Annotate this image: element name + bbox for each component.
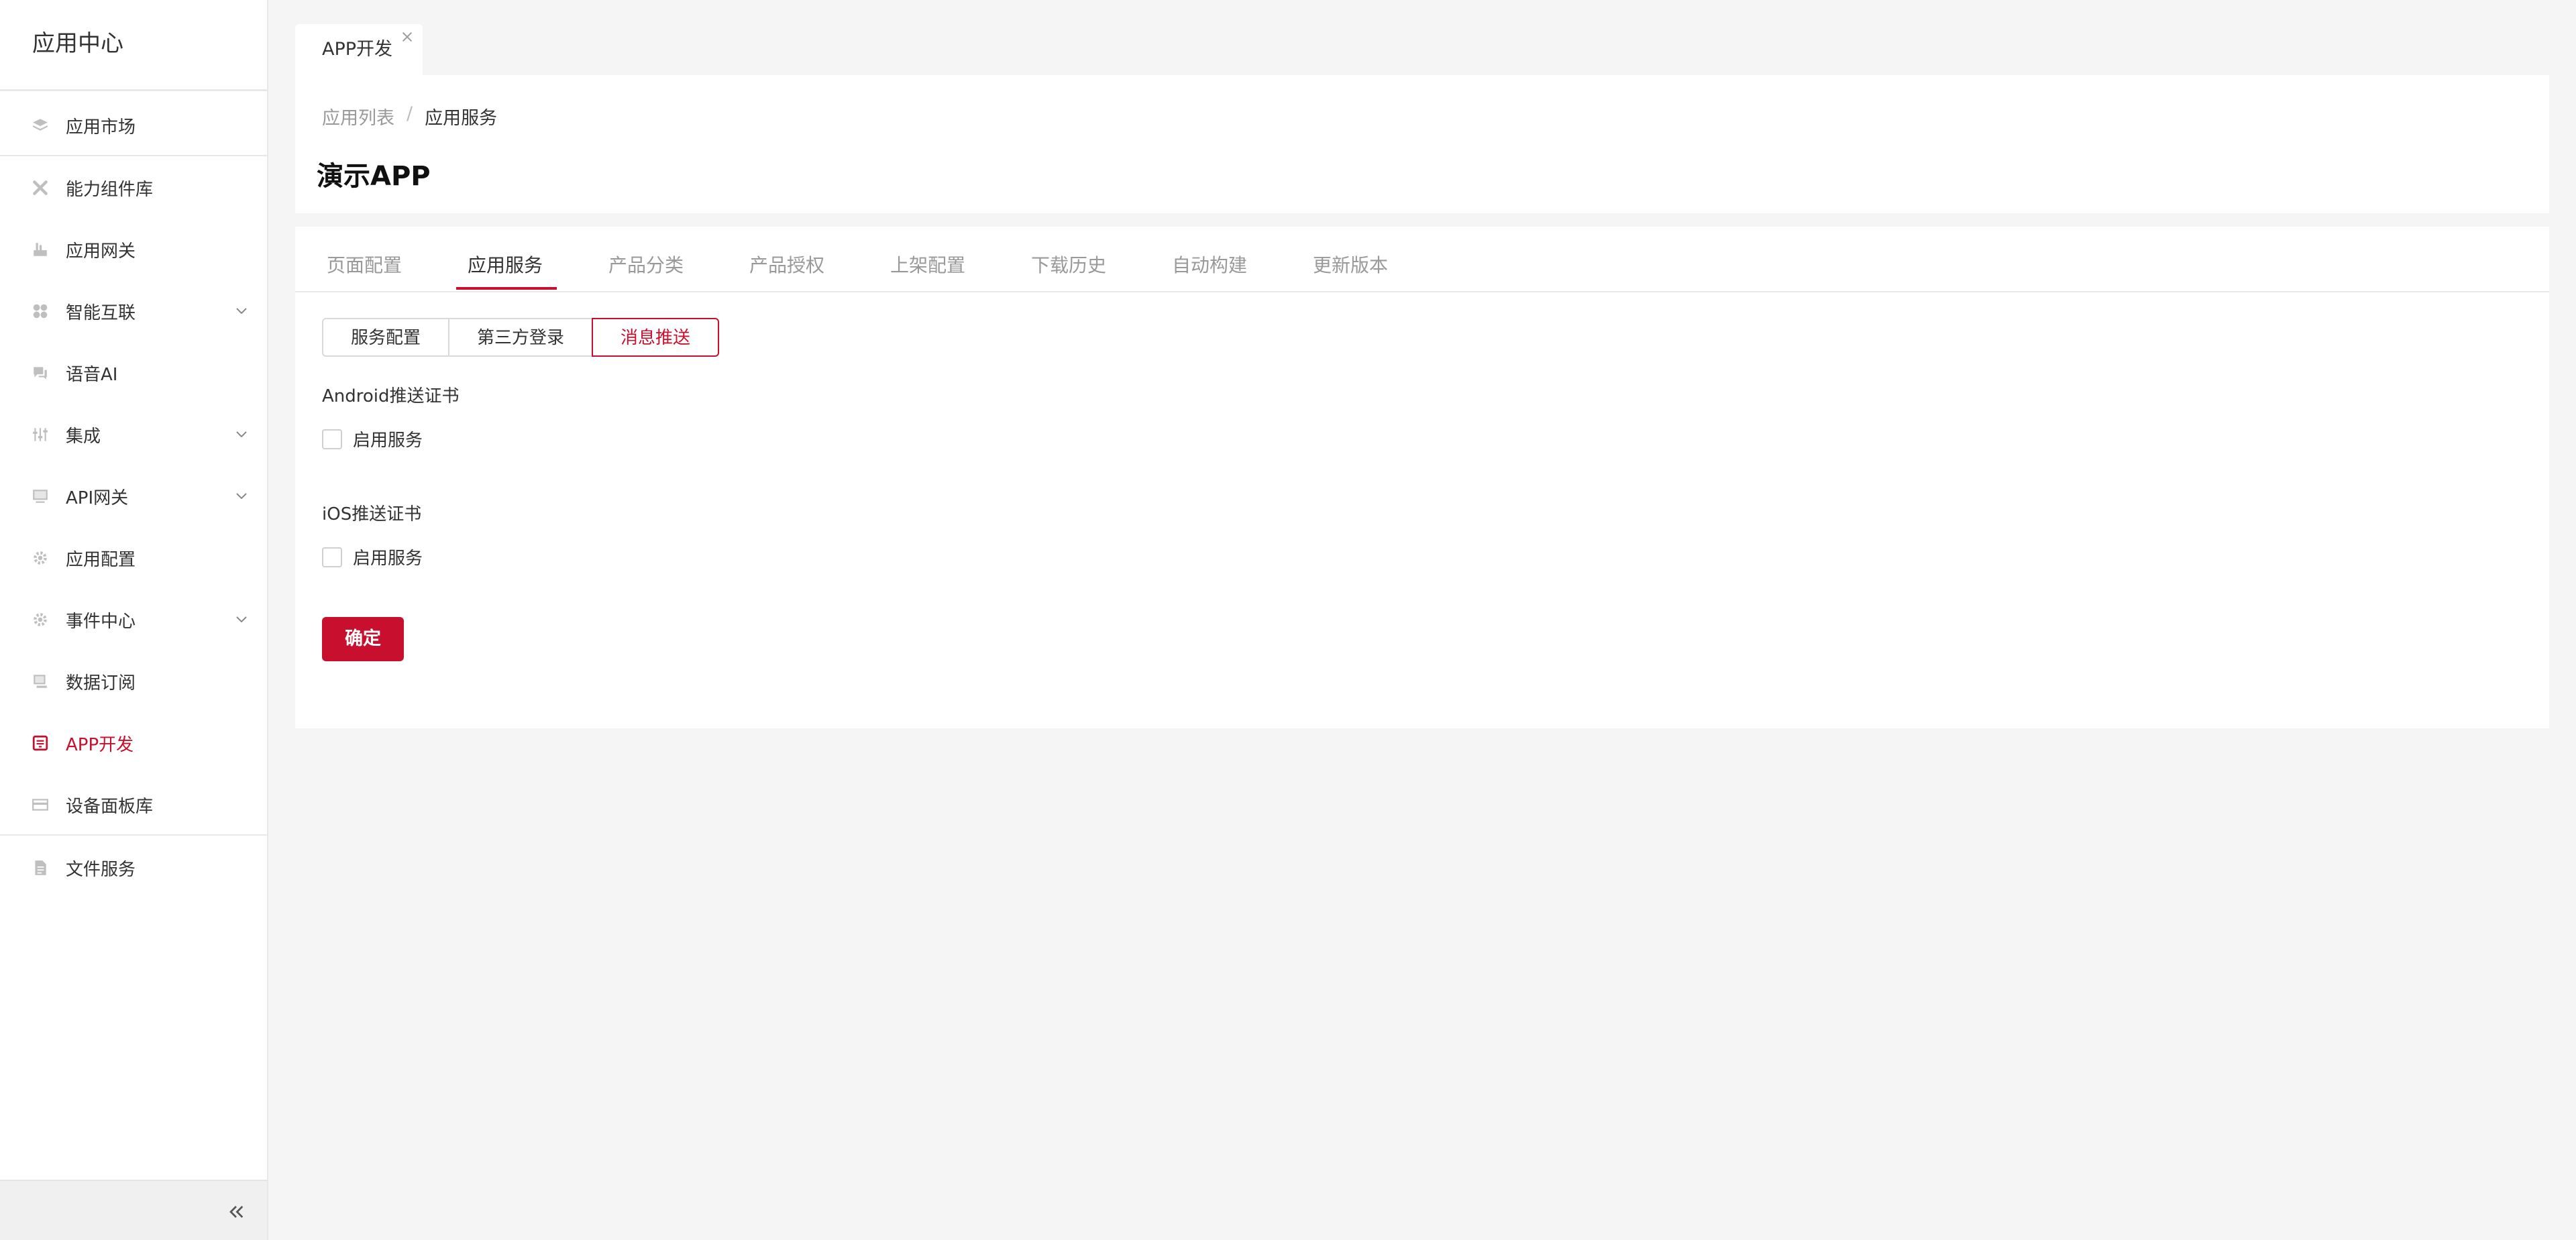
segment-message-push[interactable]: 消息推送 — [592, 318, 719, 357]
tab-auto-build[interactable]: 自动构建 — [1172, 251, 1247, 278]
breadcrumb-separator: / — [407, 103, 413, 124]
sidebar-item-label: 集成 — [66, 426, 101, 447]
file-icon — [31, 858, 50, 877]
sidebar-footer — [0, 1180, 267, 1240]
monitor-icon — [31, 487, 50, 506]
segment-third-party-login[interactable]: 第三方登录 — [448, 318, 593, 357]
chevron-down-icon — [236, 616, 247, 623]
sliders-icon — [31, 425, 50, 444]
chat-icon — [31, 363, 50, 382]
app-root: 应用中心 应用市场 能力组件库 应用网关 智能互联 语音AI 集成 API网关 … — [0, 0, 2576, 1240]
tab-update-version[interactable]: 更新版本 — [1313, 251, 1388, 278]
breadcrumb-current: 应用服务 — [425, 108, 498, 129]
sidebar-item-app-market[interactable]: 应用市场 — [0, 95, 267, 156]
gear-icon — [31, 549, 50, 567]
page-tab-label: APP开发 — [322, 39, 393, 60]
sidebar-item-app-development[interactable]: APP开发 — [0, 713, 267, 773]
checkbox-box[interactable] — [322, 547, 342, 567]
tab-product-authorization[interactable]: 产品授权 — [749, 251, 824, 278]
segment-service-config[interactable]: 服务配置 — [322, 318, 449, 357]
breadcrumb: 应用列表 / 应用服务 — [322, 103, 497, 129]
close-icon[interactable] — [400, 30, 415, 44]
checkbox-box[interactable] — [322, 429, 342, 449]
sidebar-item-label: 智能互联 — [66, 302, 136, 323]
double-chevron-left-icon[interactable] — [225, 1201, 247, 1223]
segmented-control: 服务配置 第三方登录 消息推送 — [322, 318, 719, 357]
tools-icon — [31, 178, 50, 197]
sidebar-item-label: APP开发 — [66, 734, 134, 755]
android-enable-checkbox[interactable]: 启用服务 — [322, 427, 423, 451]
sidebar-item-integration[interactable]: 集成 — [0, 404, 267, 465]
ios-enable-checkbox[interactable]: 启用服务 — [322, 545, 423, 569]
page-title: 演示APP — [317, 161, 431, 192]
grid-icon — [31, 302, 50, 321]
sidebar-item-voice-ai[interactable]: 语音AI — [0, 343, 267, 403]
sidebar-item-component-library[interactable]: 能力组件库 — [0, 158, 267, 218]
app-icon — [31, 734, 50, 752]
layers-icon — [31, 116, 50, 135]
sidebar-item-app-gateway[interactable]: 应用网关 — [0, 219, 267, 280]
sidebar-item-label: 语音AI — [66, 364, 118, 385]
sidebar-item-label: 应用市场 — [66, 117, 136, 137]
android-cert-title: Android推送证书 — [322, 386, 460, 406]
sidebar-divider — [0, 834, 267, 836]
sidebar: 应用中心 应用市场 能力组件库 应用网关 智能互联 语音AI 集成 API网关 … — [0, 0, 268, 1240]
sidebar-item-label: 设备面板库 — [66, 796, 154, 817]
chevron-down-icon — [236, 493, 247, 500]
tab-product-category[interactable]: 产品分类 — [608, 251, 684, 278]
sidebar-item-label: 应用网关 — [66, 241, 136, 262]
chevron-down-icon — [236, 431, 247, 438]
page-tab-app-development[interactable]: APP开发 — [295, 24, 423, 75]
sidebar-item-file-service[interactable]: 文件服务 — [0, 838, 267, 898]
sidebar-item-event-center[interactable]: 事件中心 — [0, 589, 267, 650]
gateway-icon — [31, 240, 50, 259]
confirm-button[interactable]: 确定 — [322, 617, 404, 661]
sidebar-item-device-panel-library[interactable]: 设备面板库 — [0, 775, 267, 835]
sidebar-item-app-config[interactable]: 应用配置 — [0, 528, 267, 588]
header-card: 应用列表 / 应用服务 演示APP — [295, 75, 2549, 213]
tab-bar: 页面配置 应用服务 产品分类 产品授权 上架配置 下载历史 自动构建 更新版本 — [295, 227, 2549, 292]
sidebar-item-label: 事件中心 — [66, 611, 136, 632]
sidebar-item-label: 应用配置 — [66, 549, 136, 570]
tab-download-history[interactable]: 下载历史 — [1031, 251, 1106, 278]
chevron-down-icon — [236, 308, 247, 315]
checkbox-label: 启用服务 — [353, 431, 423, 451]
sidebar-item-label: 文件服务 — [66, 859, 136, 880]
monitor-icon — [31, 672, 50, 691]
gear-icon — [31, 610, 50, 629]
sidebar-title: 应用中心 — [0, 0, 267, 91]
main-card: 页面配置 应用服务 产品分类 产品授权 上架配置 下载历史 自动构建 更新版本 … — [295, 227, 2549, 728]
ios-cert-title: iOS推送证书 — [322, 504, 422, 524]
sidebar-item-smart-interconnect[interactable]: 智能互联 — [0, 281, 267, 341]
breadcrumb-app-list[interactable]: 应用列表 — [322, 103, 394, 129]
sidebar-item-label: 能力组件库 — [66, 179, 154, 200]
tab-page-config[interactable]: 页面配置 — [327, 251, 402, 278]
tab-listing-config[interactable]: 上架配置 — [890, 251, 965, 278]
tab-app-service[interactable]: 应用服务 — [468, 251, 543, 278]
sidebar-divider — [0, 155, 267, 156]
sidebar-item-data-subscription[interactable]: 数据订阅 — [0, 651, 267, 712]
checkbox-label: 启用服务 — [353, 549, 423, 569]
sidebar-item-label: API网关 — [66, 488, 129, 508]
active-tab-indicator — [456, 287, 557, 290]
sidebar-item-label: 数据订阅 — [66, 673, 136, 693]
sidebar-item-api-gateway[interactable]: API网关 — [0, 466, 267, 526]
panel-icon — [31, 795, 50, 814]
